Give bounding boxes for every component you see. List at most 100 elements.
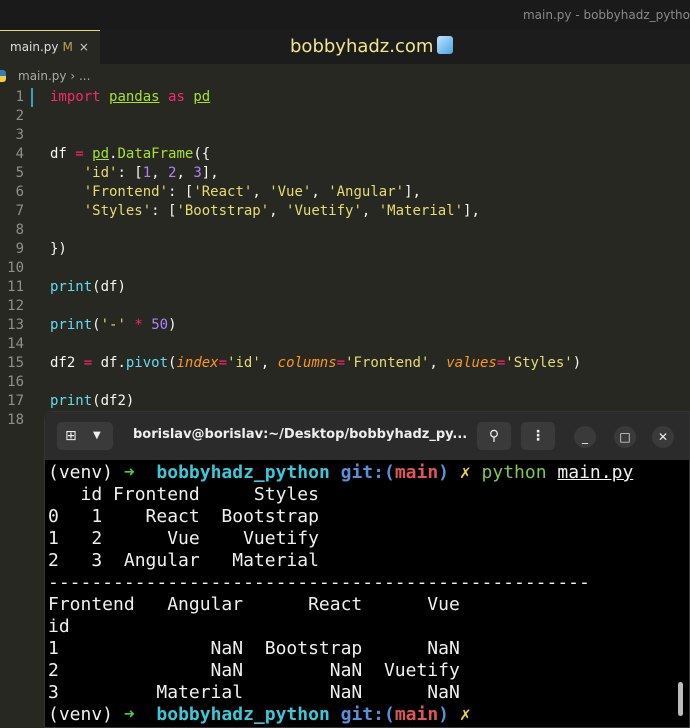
terminal-token: main (394, 462, 439, 483)
code-token: df2 (50, 355, 84, 371)
code-token: print (50, 393, 93, 409)
breadcrumb-file[interactable]: main.py (18, 69, 67, 83)
code-text: df = pd.DataFrame({ (50, 145, 210, 164)
terminal-token: 1 NaN Bootstrap NaN (48, 638, 460, 659)
code-token: index (176, 355, 219, 371)
code-line[interactable]: 2 (0, 107, 690, 126)
line-number: 18 (7, 412, 24, 428)
line-number: 12 (7, 298, 24, 314)
brand-watermark: bobbyhadz.com (290, 35, 454, 59)
chevron-down-icon[interactable]: ▼ (93, 422, 101, 450)
minimize-button[interactable]: _ (574, 426, 596, 448)
code-line[interactable]: 12 (0, 297, 690, 316)
code-token: 'Frontend' (83, 184, 169, 200)
code-token: 'Frontend' (345, 355, 430, 371)
terminal-token: ) (438, 462, 450, 483)
terminal-token: ✗ (459, 704, 471, 725)
breadcrumb-rest[interactable]: ... (79, 69, 90, 83)
code-token: 'Styles' (83, 203, 152, 219)
code-text: }) (50, 240, 67, 259)
terminal-header: ⊞ ▼ borislav@borislav:~/Desktop/bobbyhadz… (45, 412, 689, 460)
terminal-token: id Frontend Styles (48, 484, 319, 505)
code-token: : [ (117, 165, 143, 181)
kebab-menu-icon: ⋮ (531, 428, 545, 444)
code-token: 'React' (193, 184, 253, 200)
code-token: pd (92, 146, 110, 162)
window-titlebar: main.py - bobbyhadz_pytho (0, 0, 690, 30)
terminal-token: git:( (340, 704, 395, 725)
code-line[interactable]: 9}) (0, 240, 690, 259)
code-line[interactable]: 15 df2 = df.pivot(index='id', columns='Fr… (0, 354, 690, 373)
close-icon: ✕ (657, 430, 669, 444)
new-terminal-icon: ⊞ (65, 428, 77, 444)
maximize-button[interactable]: □ (614, 426, 636, 448)
line-number: 3 (15, 127, 24, 143)
close-tab-icon[interactable]: × (79, 40, 89, 54)
code-text: 'Frontend': ['React', 'Vue', 'Angular'], (50, 183, 421, 202)
code-token: }) (50, 241, 67, 257)
tab-main-py[interactable]: main.py M × (0, 30, 100, 64)
line-number: 9 (15, 241, 24, 257)
code-line[interactable]: 5 'id': [1, 2, 3], (0, 164, 690, 183)
terminal-line: 1 NaN Bootstrap NaN (48, 638, 633, 660)
code-token: DataFrame (117, 146, 194, 162)
code-token: values (446, 355, 497, 371)
search-button[interactable]: ⚲ (477, 422, 511, 450)
code-line[interactable]: 7 'Styles': ['Bootstrap', 'Vuetify', 'Ma… (0, 202, 690, 221)
line-number: 6 (15, 184, 24, 200)
code-line[interactable]: 13 print('-' * 50) (0, 316, 690, 335)
terminal-token: main.py (557, 462, 634, 483)
code-line[interactable]: 3 (0, 126, 690, 145)
terminal-line: (venv) ➜ bobbyhadz_python git:(main) ✗ (48, 704, 633, 726)
terminal-token: ----------------------------------------… (48, 572, 590, 593)
code-token: pd (193, 89, 211, 105)
terminal-token: bobbyhadz_python (156, 462, 330, 483)
code-line[interactable]: 4 df = pd.DataFrame({ (0, 145, 690, 164)
terminal-scrollbar[interactable] (678, 682, 683, 716)
new-tab-button[interactable]: ⊞ ▼ (57, 422, 113, 450)
line-number: 14 (7, 336, 24, 352)
code-line[interactable]: 17 print(df2) (0, 392, 690, 411)
code-token: = (496, 355, 506, 371)
code-token: 3 (193, 165, 202, 181)
python-file-icon (0, 70, 6, 82)
terminal-output[interactable]: (venv) ➜ bobbyhadz_python git:(main) ✗ p… (48, 462, 633, 726)
code-line[interactable]: 1 import pandas as pd (0, 88, 690, 107)
close-button[interactable]: ✕ (652, 426, 674, 448)
terminal-line: ----------------------------------------… (48, 572, 633, 594)
code-token: 'Vue' (269, 184, 312, 200)
line-number: 8 (15, 222, 24, 238)
code-token: 50 (151, 317, 169, 333)
code-line[interactable]: 14 (0, 335, 690, 354)
code-token: import (50, 89, 101, 105)
terminal-window[interactable]: ⊞ ▼ borislav@borislav:~/Desktop/bobbyhadz… (44, 411, 690, 728)
terminal-line: id (48, 616, 633, 638)
code-line[interactable]: 6 'Frontend': ['React', 'Vue', 'Angular'… (0, 183, 690, 202)
code-token: 'Vuetify' (286, 203, 362, 219)
code-line[interactable]: 8 (0, 221, 690, 240)
code-line[interactable]: 16 (0, 373, 690, 392)
code-token: 'Angular' (328, 184, 405, 200)
terminal-token: 2 3 Angular Material (48, 550, 319, 571)
terminal-token: 2 NaN NaN Vuetify (48, 660, 460, 681)
code-token: 'Styles' (505, 355, 573, 371)
terminal-token: ✗ (459, 462, 471, 483)
code-line[interactable]: 10 (0, 259, 690, 278)
terminal-token: git:( (340, 462, 395, 483)
code-token: 'Material' (378, 203, 464, 219)
code-line[interactable]: 11 print(df) (0, 278, 690, 297)
code-token: , (311, 184, 329, 200)
code-text: import pandas as pd (50, 88, 210, 107)
terminal-line: 0 1 React Bootstrap (48, 506, 633, 528)
cube-icon (437, 36, 454, 54)
menu-button[interactable]: ⋮ (521, 422, 555, 450)
code-token: 'id' (83, 165, 118, 181)
code-token: = (218, 355, 228, 371)
terminal-token: bobbyhadz_python (156, 704, 330, 725)
code-token: ], (201, 165, 219, 181)
